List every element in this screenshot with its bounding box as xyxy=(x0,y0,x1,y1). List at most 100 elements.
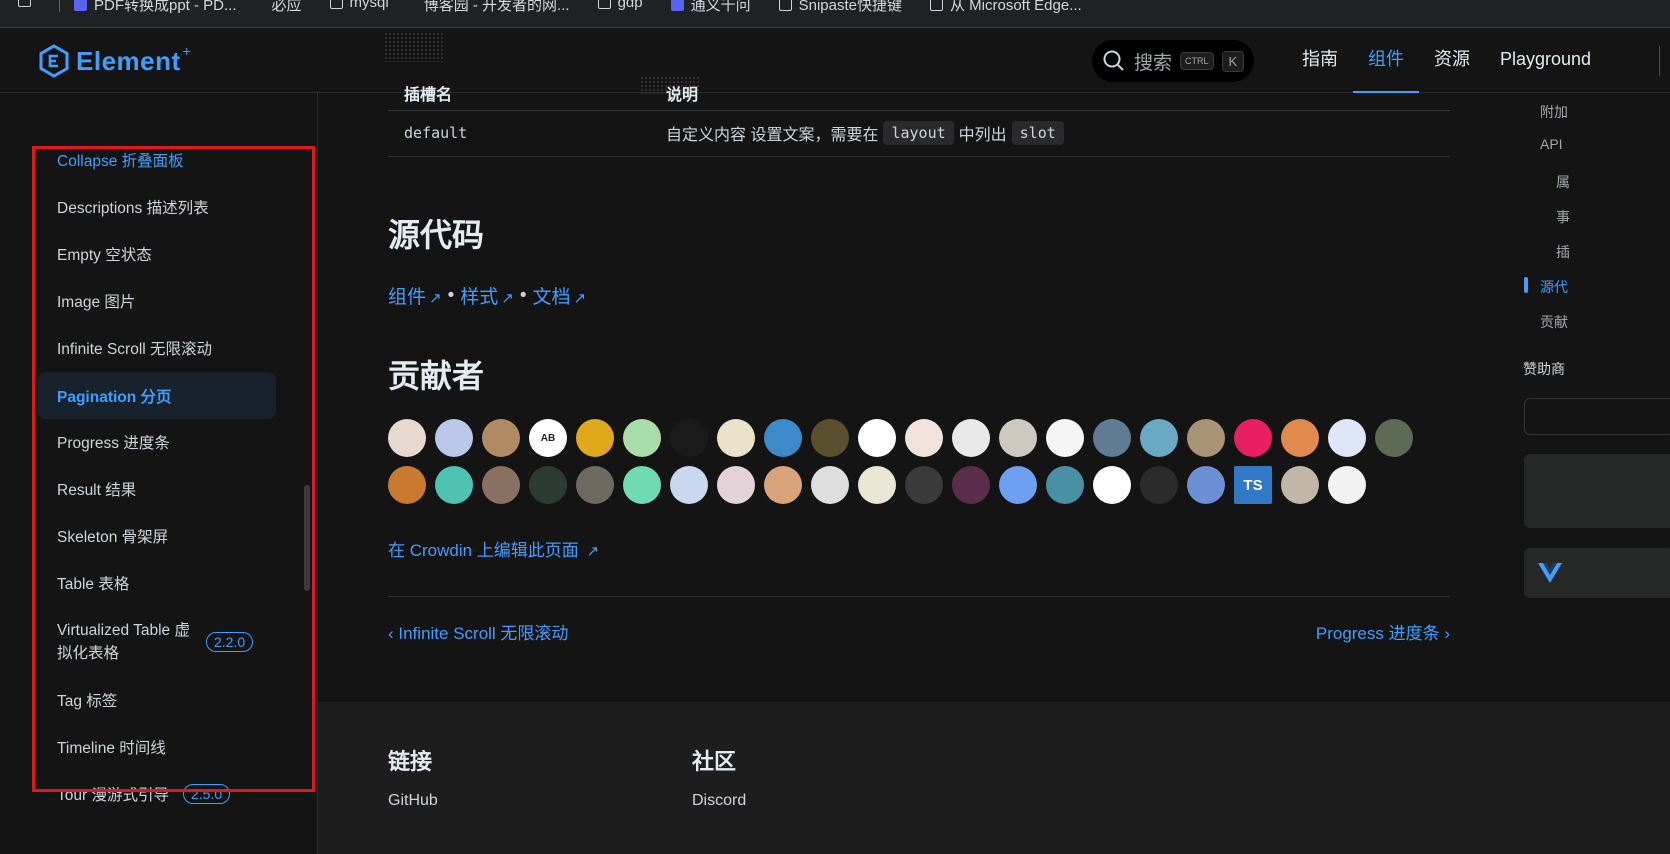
contributor-avatar[interactable] xyxy=(764,466,802,504)
crowdin-edit-link[interactable]: 在 Crowdin 上编辑此页面 ↗ xyxy=(388,536,599,561)
contributor-avatar[interactable] xyxy=(1140,419,1178,457)
toc-item[interactable]: 属 xyxy=(1556,172,1570,192)
bookmark-pdf-ppt[interactable]: PDF转换成ppt - PD... xyxy=(74,0,237,15)
sidebar-item-timeline[interactable]: Timeline 时间线 xyxy=(38,736,276,758)
contributor-avatar[interactable] xyxy=(1093,419,1131,457)
contributor-avatar[interactable]: TS xyxy=(1234,466,1272,504)
contributor-avatar[interactable] xyxy=(435,466,473,504)
sidebar-item-table[interactable]: Table 表格 xyxy=(38,572,276,594)
contributor-avatar[interactable] xyxy=(717,466,755,504)
contributor-avatar[interactable] xyxy=(764,419,802,457)
sponsor-card-vue[interactable] xyxy=(1524,548,1670,598)
logo-plus: + xyxy=(182,43,191,59)
sidebar-item-skeleton[interactable]: Skeleton 骨架屏 xyxy=(38,525,276,547)
contributor-avatar[interactable] xyxy=(1234,419,1272,457)
toc-item-active[interactable]: 源代 xyxy=(1540,277,1568,297)
bookmark-gdp[interactable]: gdp xyxy=(597,0,643,11)
toc-item[interactable]: 插 xyxy=(1556,242,1570,262)
source-link-docs[interactable]: 文档 ↗ xyxy=(533,282,587,309)
contributor-avatar[interactable] xyxy=(1046,419,1084,457)
contributor-avatar[interactable] xyxy=(1375,419,1413,457)
sidebar-scrollbar[interactable] xyxy=(304,485,310,591)
contributor-avatar[interactable] xyxy=(999,466,1037,504)
contributor-avatar[interactable] xyxy=(1046,466,1084,504)
contributor-avatar[interactable] xyxy=(623,419,661,457)
contributor-avatar[interactable] xyxy=(623,466,661,504)
sidebar-item-progress[interactable]: Progress 进度条 xyxy=(38,431,276,453)
sidebar: Collapse 折叠面板 Descriptions 描述列表 Empty 空状… xyxy=(0,93,318,854)
contributor-avatar[interactable]: AB xyxy=(529,419,567,457)
sidebar-item-infinite-scroll[interactable]: Infinite Scroll 无限滚动 xyxy=(38,337,276,359)
contributor-avatar[interactable] xyxy=(858,466,896,504)
tab-actions-icon[interactable] xyxy=(18,0,31,7)
next-page-link[interactable]: Progress 进度条 › xyxy=(1316,619,1450,644)
toc-item[interactable]: 事 xyxy=(1556,207,1570,227)
sidebar-item-empty[interactable]: Empty 空状态 xyxy=(38,243,276,265)
sidebar-item-collapse[interactable]: Collapse 折叠面板 xyxy=(38,149,276,171)
prev-page-label: Infinite Scroll 无限滚动 xyxy=(398,624,569,643)
bookmark-cnblogs[interactable]: 博客园 - 开发者的网... xyxy=(417,0,570,15)
bookmark-label: gdp xyxy=(617,0,643,11)
contributor-avatar[interactable] xyxy=(1281,466,1319,504)
bookmark-mysql[interactable]: mysql xyxy=(329,0,389,11)
sidebar-item-result[interactable]: Result 结果 xyxy=(38,478,276,500)
contributor-avatar[interactable] xyxy=(529,466,567,504)
contributor-avatar[interactable] xyxy=(576,466,614,504)
contributor-avatar[interactable] xyxy=(388,466,426,504)
search-button[interactable]: 搜索 CTRL K xyxy=(1092,40,1254,82)
contributor-avatar[interactable] xyxy=(670,419,708,457)
prev-page-link[interactable]: ‹ Infinite Scroll 无限滚动 xyxy=(388,619,568,644)
contributor-avatar[interactable] xyxy=(576,419,614,457)
contributor-avatar[interactable] xyxy=(952,466,990,504)
bookmark-tongyi[interactable]: 通义千问 xyxy=(670,0,751,15)
sponsor-card[interactable] xyxy=(1524,454,1670,528)
contributor-avatar[interactable] xyxy=(717,419,755,457)
footer-links-title: 链接 xyxy=(388,749,433,774)
contributor-avatar[interactable] xyxy=(811,419,849,457)
contributor-avatar[interactable] xyxy=(1187,419,1225,457)
element-plus-logo[interactable]: Element + xyxy=(38,43,191,78)
footer-link-github[interactable]: GitHub xyxy=(388,792,438,810)
contributor-avatar[interactable] xyxy=(905,466,943,504)
bookmark-snipaste[interactable]: Snipaste快捷键 xyxy=(778,0,902,15)
nav-resources[interactable]: 资源 xyxy=(1419,28,1485,93)
contributor-avatar[interactable] xyxy=(905,419,943,457)
contributor-avatar[interactable] xyxy=(482,419,520,457)
source-link-component[interactable]: 组件 ↗ xyxy=(388,282,442,309)
contributor-avatar[interactable] xyxy=(1281,419,1319,457)
contributor-avatar[interactable] xyxy=(482,466,520,504)
toc-item[interactable]: 附加 xyxy=(1540,102,1568,122)
contributor-avatar[interactable] xyxy=(858,419,896,457)
contributor-avatar[interactable] xyxy=(1328,466,1366,504)
contributor-avatar[interactable] xyxy=(435,419,473,457)
sidebar-item-pagination[interactable]: Pagination 分页 xyxy=(38,372,276,419)
toc-active-marker xyxy=(1524,277,1528,293)
contributor-avatar[interactable] xyxy=(1187,466,1225,504)
bookmark-bing[interactable]: 必应 xyxy=(265,0,302,15)
sidebar-item-tour[interactable]: Tour 漫游式引导 2.5.0 xyxy=(38,783,276,805)
sidebar-item-descriptions[interactable]: Descriptions 描述列表 xyxy=(38,196,276,218)
sidebar-item-tag[interactable]: Tag 标签 xyxy=(38,689,276,711)
contributor-avatar[interactable] xyxy=(952,419,990,457)
source-link-style[interactable]: 样式 ↗ xyxy=(460,282,514,309)
sponsors-label: 赞助商 xyxy=(1523,361,1565,377)
contributor-avatar[interactable] xyxy=(670,466,708,504)
nav-playground[interactable]: Playground xyxy=(1485,28,1606,93)
sponsor-card[interactable] xyxy=(1524,398,1670,435)
contributor-avatar[interactable] xyxy=(1093,466,1131,504)
code-layout: layout xyxy=(883,121,954,145)
contributor-avatar[interactable] xyxy=(999,419,1037,457)
footer-link-discord[interactable]: Discord xyxy=(692,792,746,810)
sidebar-item-virtualized-table[interactable]: Virtualized Table 虚拟化表格 2.2.0 xyxy=(38,619,276,665)
dot-separator: • xyxy=(447,284,455,306)
nav-guide[interactable]: 指南 xyxy=(1287,28,1353,93)
toc-item[interactable]: API xyxy=(1540,136,1563,152)
bookmark-edge[interactable]: 从 Microsoft Edge... xyxy=(929,0,1082,15)
nav-components[interactable]: 组件 xyxy=(1353,28,1419,93)
contributor-avatar[interactable] xyxy=(1140,466,1178,504)
toc-item[interactable]: 贡献 xyxy=(1540,312,1568,332)
contributor-avatar[interactable] xyxy=(811,466,849,504)
contributor-avatar[interactable] xyxy=(1328,419,1366,457)
sidebar-item-image[interactable]: Image 图片 xyxy=(38,290,276,312)
contributor-avatar[interactable] xyxy=(388,419,426,457)
